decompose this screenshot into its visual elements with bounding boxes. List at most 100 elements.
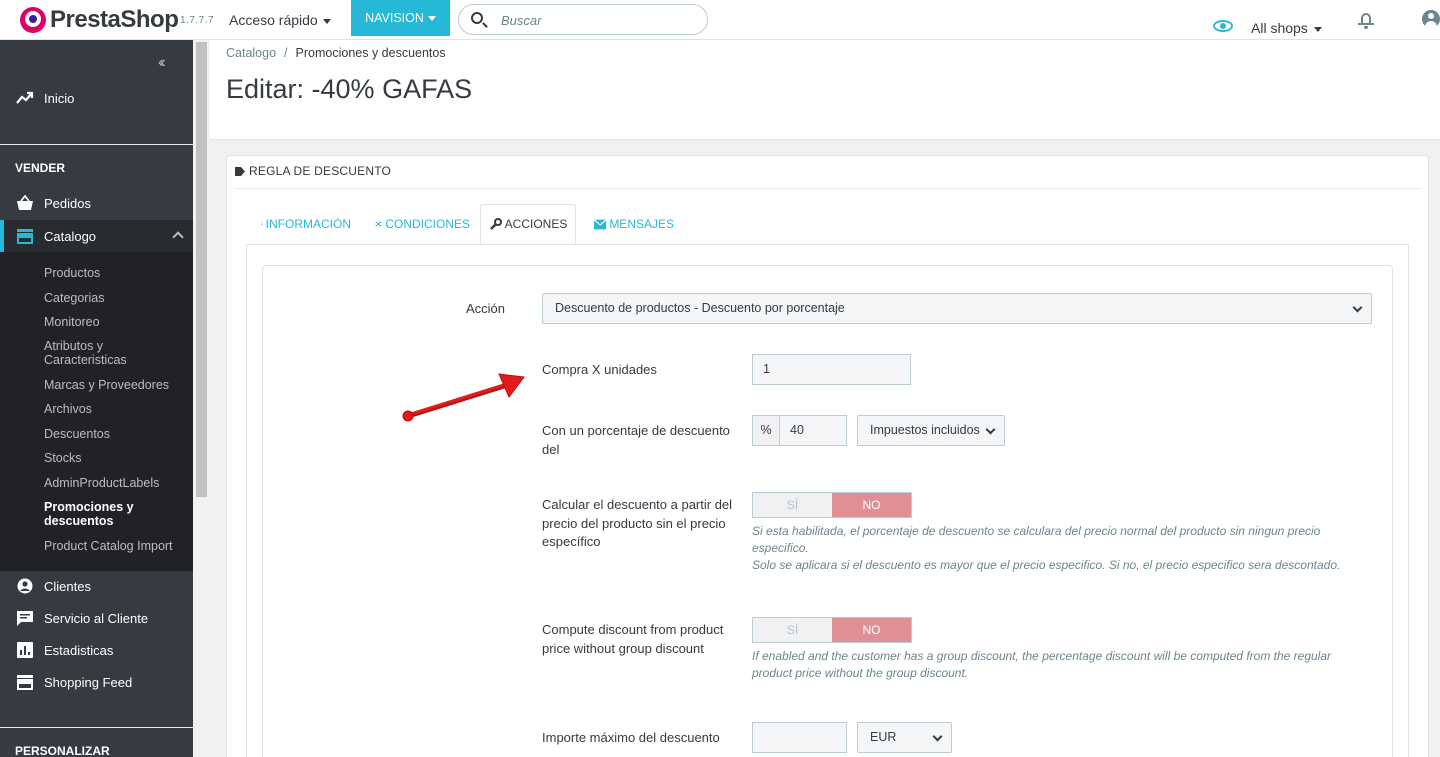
bar-chart-icon <box>17 642 33 658</box>
chat-icon <box>17 611 33 626</box>
sidebar-item-inicio[interactable]: Inicio <box>0 82 193 114</box>
action-select-value: Descuento de productos - Descuento por p… <box>555 301 845 315</box>
breadcrumb: Catalogo / Promociones y descuentos <box>226 46 446 60</box>
chevron-down-icon <box>932 731 943 742</box>
sidebar-item-label: Inicio <box>44 90 75 106</box>
caret-down-icon <box>322 18 331 24</box>
page-header: Catalogo / Promociones y descuentos Editar… <box>210 40 1440 140</box>
sidebar-item-servicio[interactable]: Servicio al Cliente <box>0 602 193 634</box>
sidebar-item-label: Shopping Feed <box>44 674 133 690</box>
submenu-item[interactable]: Archivos <box>44 402 184 416</box>
panel-heading: REGLA DE DESCUENTO <box>235 164 391 178</box>
submenu-item[interactable]: Marcas y Proveedores <box>44 378 184 392</box>
section-vender: VENDER <box>15 161 66 175</box>
calc-switch[interactable]: SÍ NO <box>752 492 912 518</box>
trending-up-icon <box>16 91 34 104</box>
sidebar-item-label: Servicio al Cliente <box>44 610 149 626</box>
submenu-item[interactable]: Product Catalog Import <box>44 539 184 553</box>
sidebar-item-label: Estadisticas <box>44 642 114 658</box>
shop-selector[interactable]: All shops <box>1251 20 1322 36</box>
sidebar-item-shopping-feed[interactable]: Shopping Feed <box>0 666 193 698</box>
bell-icon[interactable] <box>1358 11 1374 29</box>
buy-x-input[interactable]: 1 <box>752 354 911 385</box>
store-icon <box>17 675 33 690</box>
shuffle-icon <box>375 221 382 227</box>
account-circle-icon <box>17 578 33 594</box>
caret-down-icon <box>1313 26 1322 32</box>
group-switch-yes[interactable]: SÍ <box>753 618 832 642</box>
section-personalizar: PERSONALIZAR <box>15 744 110 757</box>
shopping-basket-icon <box>17 195 33 210</box>
breadcrumb-current[interactable]: Promociones y descuentos <box>296 46 446 60</box>
tab-label: MENSAJES <box>609 217 674 231</box>
submenu-item[interactable]: Atributos y Caracteristicas <box>44 339 184 367</box>
collapse-sidebar-icon[interactable]: ‹‹ <box>158 54 165 72</box>
navision-label: NAVISION <box>365 11 424 25</box>
percent-input[interactable]: 40 <box>779 415 847 446</box>
calc-help-2: Solo se aplicara si el descuento es mayo… <box>752 558 1341 572</box>
calc-help-1: Si esta habilitada, el porcentaje de des… <box>752 524 1321 555</box>
sidebar-scrollbar-thumb[interactable] <box>196 42 207 497</box>
action-select[interactable]: Descuento de productos - Descuento por p… <box>542 293 1372 324</box>
tab-condiciones[interactable]: CONDICIONES <box>375 204 470 244</box>
calc-switch-yes[interactable]: SÍ <box>753 493 832 517</box>
user-icon[interactable] <box>1422 10 1440 28</box>
action-label: Acción <box>466 301 506 316</box>
quick-access-dropdown[interactable]: Acceso rápido <box>229 12 331 28</box>
eye-icon[interactable] <box>1213 20 1233 32</box>
calc-switch-no[interactable]: NO <box>832 493 911 517</box>
breadcrumb-catalogo[interactable]: Catalogo <box>226 46 276 60</box>
sidebar-item-catalogo-inner[interactable]: Catalogo <box>0 220 193 252</box>
sidebar-item-estadisticas[interactable]: Estadisticas <box>0 634 193 666</box>
sidebar-item-label: Catalogo <box>44 228 97 244</box>
tab-acciones[interactable]: ACCIONES <box>480 204 576 244</box>
page-title: Editar: -40% GAFAS <box>226 74 473 104</box>
search-input[interactable] <box>501 11 691 29</box>
chevron-down-icon <box>985 424 996 435</box>
submenu-item[interactable]: Categorias <box>44 291 184 305</box>
submenu-item[interactable]: Productos <box>44 266 184 280</box>
search-box <box>458 4 708 35</box>
buy-x-label: Compra X unidades <box>542 362 657 377</box>
max-discount-input[interactable] <box>752 722 847 753</box>
sidebar-item-label: Pedidos <box>44 195 91 211</box>
calc-label: Calcular el descuento a partir del preci… <box>542 497 733 549</box>
currency-select[interactable]: EUR <box>857 722 952 753</box>
version-label: 1.7.7.7 <box>180 15 215 26</box>
group-label: Compute discount from product price with… <box>542 622 724 656</box>
tax-select[interactable]: Impuestos incluidos <box>857 415 1005 446</box>
tab-informacion[interactable]: INFORMACIÓN <box>261 204 351 244</box>
group-switch[interactable]: SÍ NO <box>752 617 912 643</box>
top-bar: PrestaShop 1.7.7.7 Acceso rápido NAVISIO… <box>0 0 1440 40</box>
breadcrumb-separator: / <box>284 46 288 60</box>
group-switch-no[interactable]: NO <box>832 618 911 642</box>
info-icon <box>261 222 263 226</box>
tab-mensajes[interactable]: MENSAJES <box>594 204 674 244</box>
navision-button[interactable]: NAVISION <box>351 0 450 36</box>
divider <box>235 188 1421 189</box>
envelope-icon <box>594 218 607 229</box>
tag-icon <box>235 167 245 176</box>
percent-addon: % <box>752 415 780 446</box>
quick-access-label: Acceso rápido <box>229 12 318 28</box>
sidebar-item-label: Clientes <box>44 578 91 594</box>
sidebar-item-pedidos[interactable]: Pedidos <box>0 187 193 219</box>
submenu-item[interactable]: Stocks <box>44 451 184 465</box>
prestashop-logo[interactable]: PrestaShop <box>20 6 179 34</box>
tab-label: INFORMACIÓN <box>265 217 351 231</box>
tab-label: CONDICIONES <box>385 217 470 231</box>
divider <box>0 727 193 728</box>
submenu-item-current[interactable]: Promociones y descuentos <box>44 500 184 528</box>
panel-heading-label: REGLA DE DESCUENTO <box>249 164 392 178</box>
red-arrow-annotation <box>402 373 525 422</box>
submenu-item[interactable]: Monitoreo <box>44 315 184 329</box>
store-icon <box>17 229 33 244</box>
brand-name: PrestaShop <box>50 6 179 33</box>
submenu-item[interactable]: Descuentos <box>44 427 184 441</box>
sidebar-item-clientes[interactable]: Clientes <box>0 570 193 602</box>
puffin-logo-icon <box>20 7 46 33</box>
max-discount-label: Importe máximo del descuento <box>542 730 720 745</box>
submenu-item[interactable]: AdminProductLabels <box>44 476 184 490</box>
search-icon[interactable] <box>471 12 483 24</box>
tab-label: ACCIONES <box>504 217 568 231</box>
